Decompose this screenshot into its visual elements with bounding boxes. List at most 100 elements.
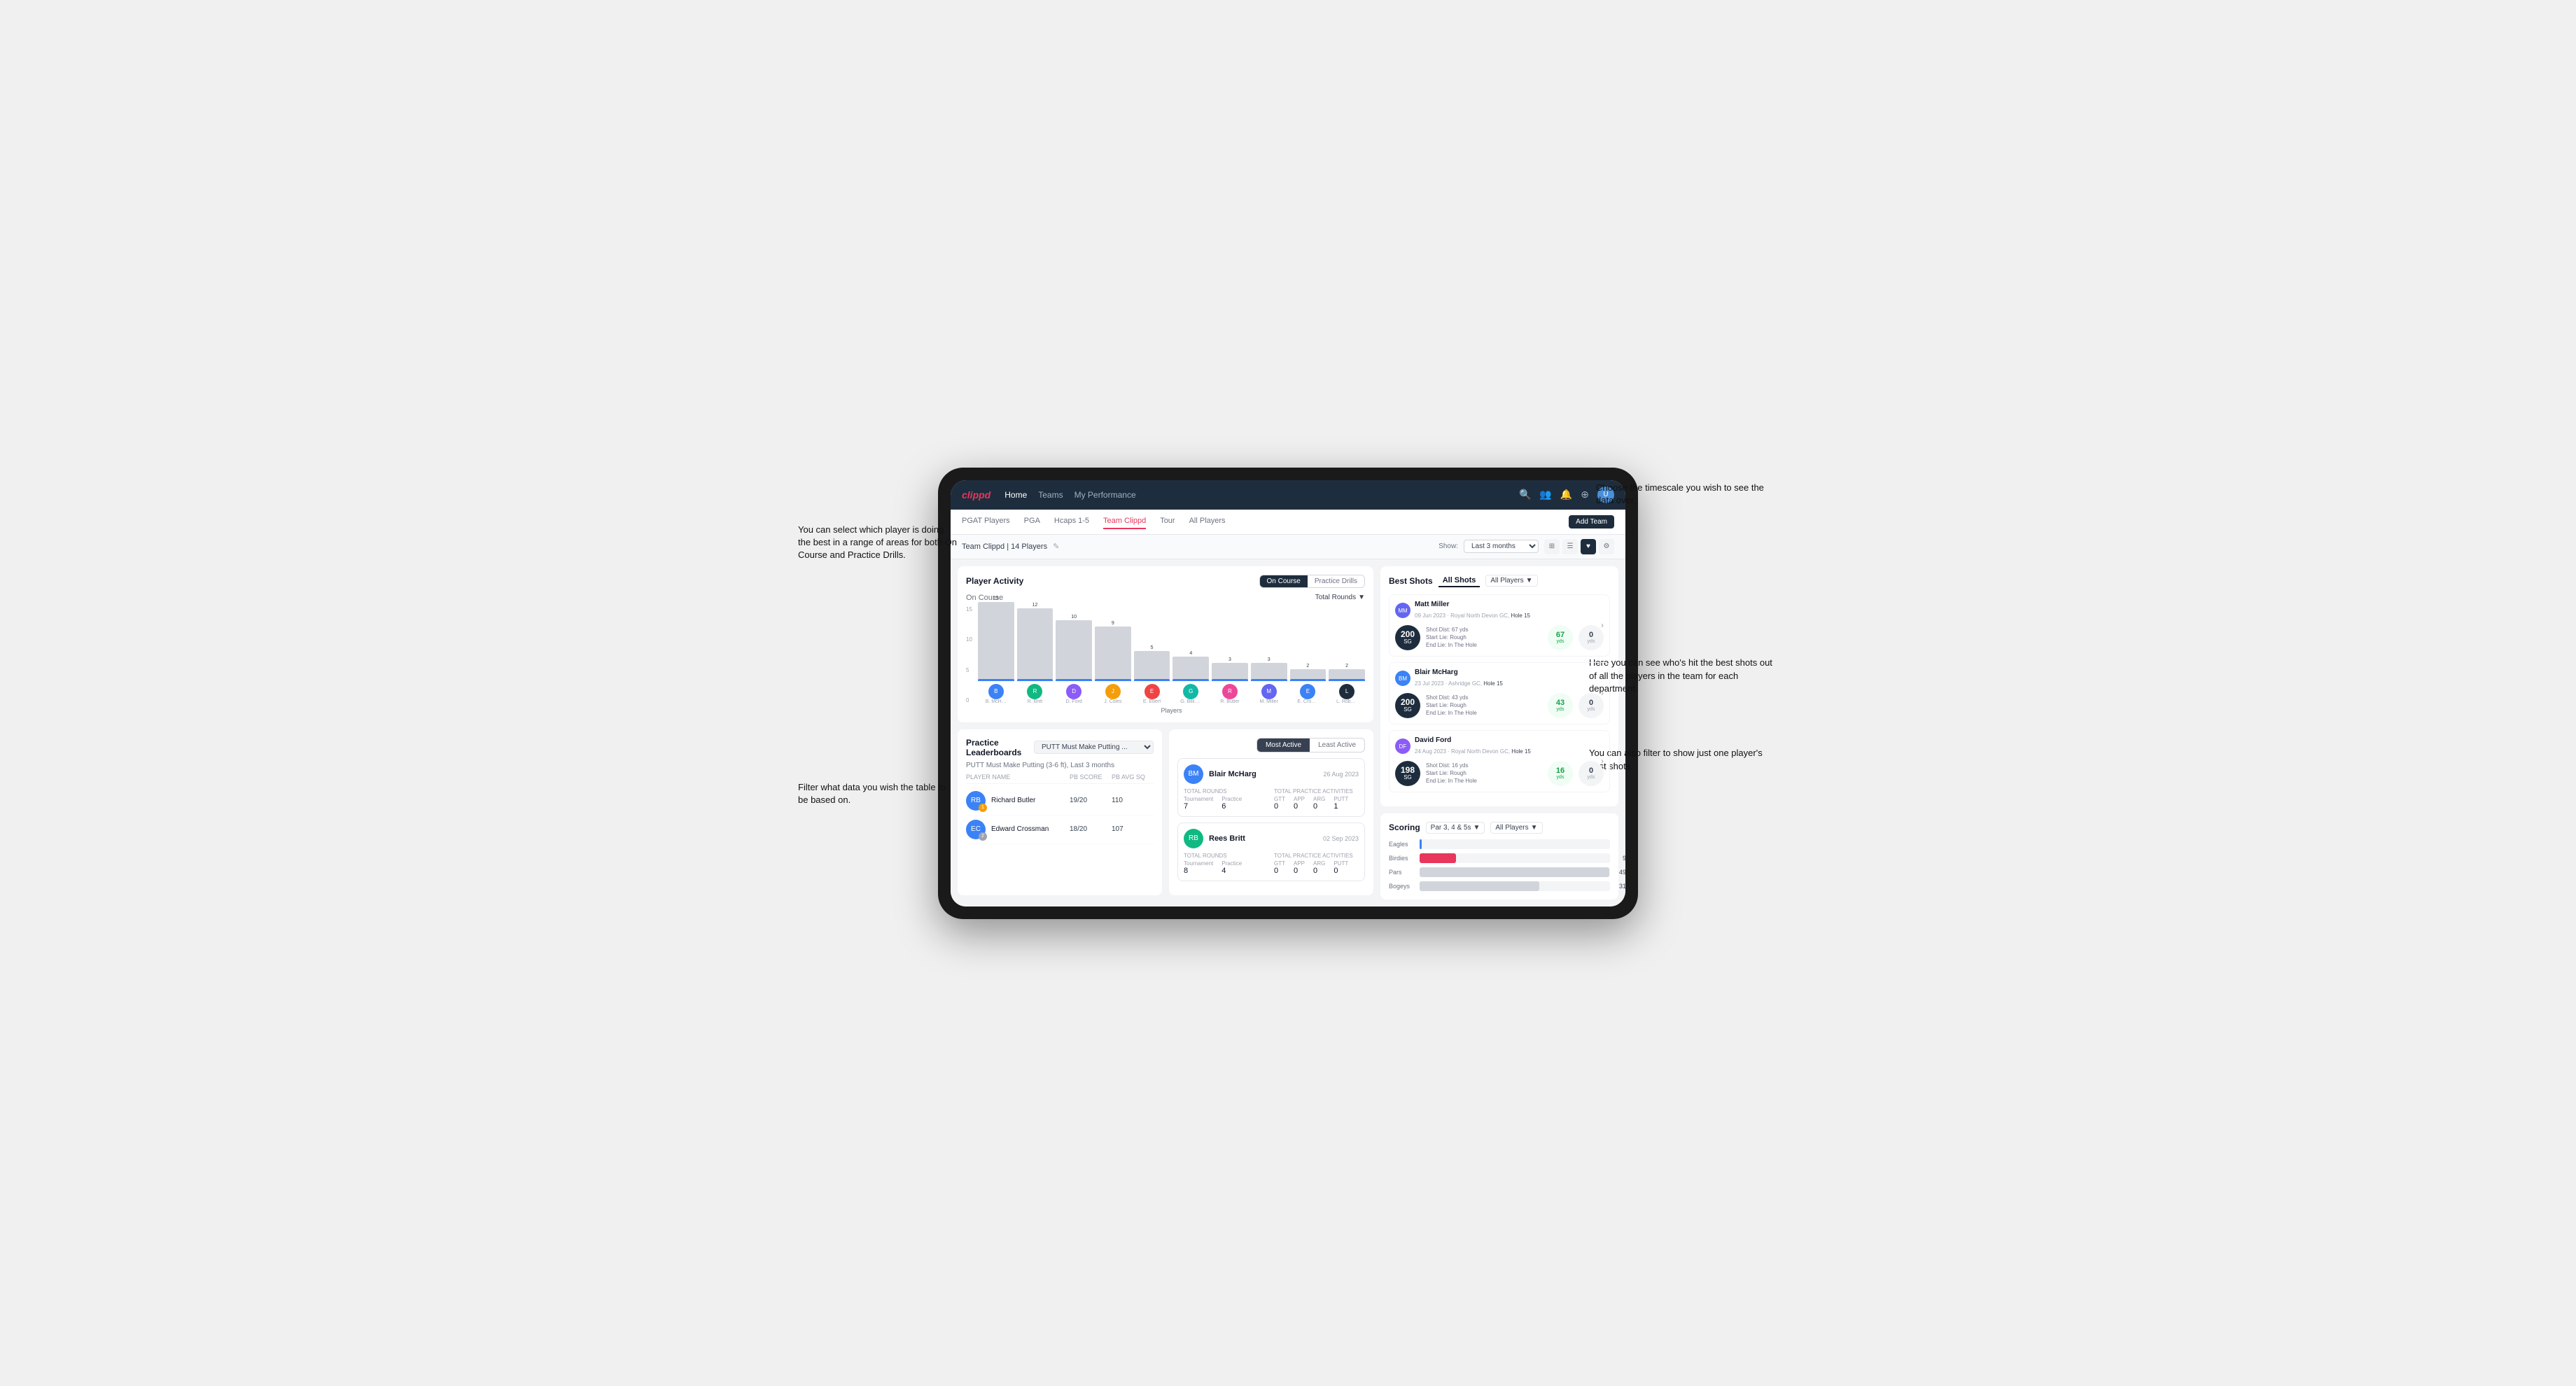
player-avatar: RB 1 <box>966 791 986 811</box>
all-players-filter[interactable]: All Players ▼ <box>1485 575 1537 587</box>
shot-metric-zero: 0 yds <box>1578 761 1604 786</box>
chevron-right-icon: › <box>1601 756 1604 766</box>
bar-fill[interactable] <box>1251 663 1287 681</box>
shot-details: 198 SG Shot Dist: 16 ydsStart Lie: Rough… <box>1395 761 1604 786</box>
shot-hole: Hole 15 <box>1511 748 1531 755</box>
player-act-header: BM Blair McHarg 26 Aug 2023 <box>1184 764 1359 784</box>
scoring-row-label: Bogeys <box>1389 883 1414 890</box>
bar-avatar: D <box>1066 684 1082 699</box>
shot-zero-unit: yds <box>1588 775 1595 780</box>
bar-group: 13 B B. McHarg <box>978 596 1014 704</box>
activity-toggle-group: On Course Practice Drills <box>1259 575 1365 588</box>
subnav-team-clippd[interactable]: Team Clippd <box>1103 514 1146 529</box>
shot-dist-value: 67 <box>1556 631 1564 639</box>
grid-view-button[interactable]: ⊞ <box>1544 539 1560 554</box>
shot-hole: Hole 15 <box>1483 680 1503 687</box>
least-active-button[interactable]: Least Active <box>1310 738 1364 752</box>
most-active-button[interactable]: Most Active <box>1257 738 1310 752</box>
add-team-button[interactable]: Add Team <box>1569 515 1614 528</box>
tablet-screen: clippd Home Teams My Performance 🔍 👥 🔔 ⊕… <box>951 480 1625 906</box>
bar-avatar: E <box>1300 684 1315 699</box>
practice-drills-toggle[interactable]: Practice Drills <box>1308 575 1364 587</box>
active-player-date: 02 Sep 2023 <box>1323 835 1359 842</box>
leaderboard-row: RB 1 Richard Butler 19/20 110 <box>966 787 1154 816</box>
settings-view-button[interactable]: ⚙ <box>1599 539 1614 554</box>
practice-label: Total Practice Activities <box>1274 788 1359 794</box>
search-icon[interactable]: 🔍 <box>1519 489 1531 500</box>
subnav-pgat[interactable]: PGAT Players <box>962 514 1010 529</box>
users-icon[interactable]: 👥 <box>1539 489 1551 500</box>
bar-fill[interactable] <box>978 602 1014 681</box>
scoring-player-filter[interactable]: All Players ▼ <box>1490 822 1542 834</box>
shot-player-name: Blair McHarg <box>1415 668 1503 676</box>
scoring-title: Scoring <box>1389 822 1420 832</box>
shot-badge-label: SG <box>1404 639 1412 645</box>
shot-dist-unit: yds <box>1557 707 1564 712</box>
nav-link-performance[interactable]: My Performance <box>1074 487 1136 503</box>
time-filter-select[interactable]: Last 3 months <box>1464 540 1539 553</box>
par-filter[interactable]: Par 3, 4 & 5s ▼ <box>1426 822 1485 834</box>
bar-label: D. Ford <box>1065 699 1082 704</box>
list-view-button[interactable]: ☰ <box>1562 539 1578 554</box>
rank-badge: 1 <box>979 804 987 812</box>
subnav-tour[interactable]: Tour <box>1160 514 1175 529</box>
bar-fill[interactable] <box>1095 626 1131 681</box>
scoring-header: Scoring Par 3, 4 & 5s ▼ All Players ▼ <box>1389 822 1610 834</box>
bar-fill[interactable] <box>1172 657 1209 681</box>
chevron-right-icon: › <box>1601 620 1604 630</box>
bar-fill[interactable] <box>1290 669 1326 681</box>
active-toggle: Most Active Least Active <box>1256 738 1365 752</box>
nav-link-home[interactable]: Home <box>1004 487 1027 503</box>
card-header: Player Activity On Course Practice Drill… <box>966 575 1365 588</box>
bar-fill[interactable] <box>1056 620 1092 681</box>
bar-avatar: L <box>1339 684 1354 699</box>
main-content: Player Activity On Course Practice Drill… <box>951 559 1625 906</box>
heart-view-button[interactable]: ♥ <box>1581 539 1596 554</box>
bar-fill[interactable] <box>1017 608 1054 681</box>
drill-selector[interactable]: PUTT Must Make Putting ... <box>1034 741 1154 754</box>
shot-zero-value: 0 <box>1589 631 1593 639</box>
shot-dist-unit: yds <box>1557 775 1564 780</box>
shot-card[interactable]: BM Blair McHarg 23 Jul 2023 · Ashridge G… <box>1389 662 1610 724</box>
scoring-bar-wrap: 315 <box>1420 881 1610 891</box>
bar-group: 2 E E. Crossman <box>1290 664 1326 704</box>
rounds-label: Total Rounds <box>1184 853 1268 859</box>
rounds-group: Total Rounds Tournament 8 Practice 4 <box>1184 853 1268 875</box>
subnav-hcaps[interactable]: Hcaps 1-5 <box>1054 514 1089 529</box>
rounds-sub: Tournament 8 Practice 4 <box>1184 860 1268 875</box>
bar-group: 5 E E. Ebert <box>1134 645 1170 704</box>
bar-value: 3 <box>1268 657 1270 662</box>
edit-icon[interactable]: ✎ <box>1053 542 1059 551</box>
active-player-name: Rees Britt <box>1209 834 1245 843</box>
shot-cards-list: MM Matt Miller 09 Jun 2023 · Royal North… <box>1389 594 1610 792</box>
scoring-bar-fill <box>1420 839 1422 849</box>
scoring-bar-wrap: 96 <box>1420 853 1610 863</box>
active-players-list: BM Blair McHarg 26 Aug 2023 Total Rounds… <box>1177 758 1365 881</box>
shot-details: 200 SG Shot Dist: 67 ydsStart Lie: Rough… <box>1395 625 1604 650</box>
all-shots-tab[interactable]: All Shots <box>1438 575 1480 587</box>
bar-value: 5 <box>1151 645 1154 650</box>
bar-fill[interactable] <box>1134 651 1170 681</box>
shot-card[interactable]: DF David Ford 24 Aug 2023 · Royal North … <box>1389 730 1610 792</box>
shot-metric-dist: 67 yds <box>1548 625 1573 650</box>
chart-bars: 13 B B. McHarg 12 R R. Britt 10 D D. For… <box>978 606 1365 704</box>
subnav-pga[interactable]: PGA <box>1024 514 1040 529</box>
player-name: Richard Butler <box>991 797 1035 804</box>
shot-card[interactable]: MM Matt Miller 09 Jun 2023 · Royal North… <box>1389 594 1610 657</box>
bell-icon[interactable]: 🔔 <box>1560 489 1572 500</box>
nav-link-teams[interactable]: Teams <box>1038 487 1063 503</box>
total-rounds-dropdown[interactable]: Total Rounds ▼ <box>1315 594 1365 601</box>
on-course-toggle[interactable]: On Course <box>1260 575 1308 587</box>
bar-fill[interactable] <box>1212 663 1248 681</box>
shot-badge-num: 200 <box>1401 698 1415 707</box>
subnav-all-players[interactable]: All Players <box>1189 514 1226 529</box>
bar-label: B. McHarg <box>986 699 1007 704</box>
bar-fill[interactable] <box>1329 669 1365 681</box>
shot-player-avatar: BM <box>1395 671 1410 686</box>
scoring-row-label: Eagles <box>1389 841 1414 848</box>
player-score: 18/20 <box>1070 825 1112 833</box>
plus-circle-icon[interactable]: ⊕ <box>1581 489 1589 500</box>
shot-metric-dist: 43 yds <box>1548 693 1573 718</box>
shot-hole: Hole 15 <box>1511 612 1530 619</box>
act-stats-grid: Total Rounds Tournament 8 Practice 4 Tot… <box>1184 853 1359 875</box>
